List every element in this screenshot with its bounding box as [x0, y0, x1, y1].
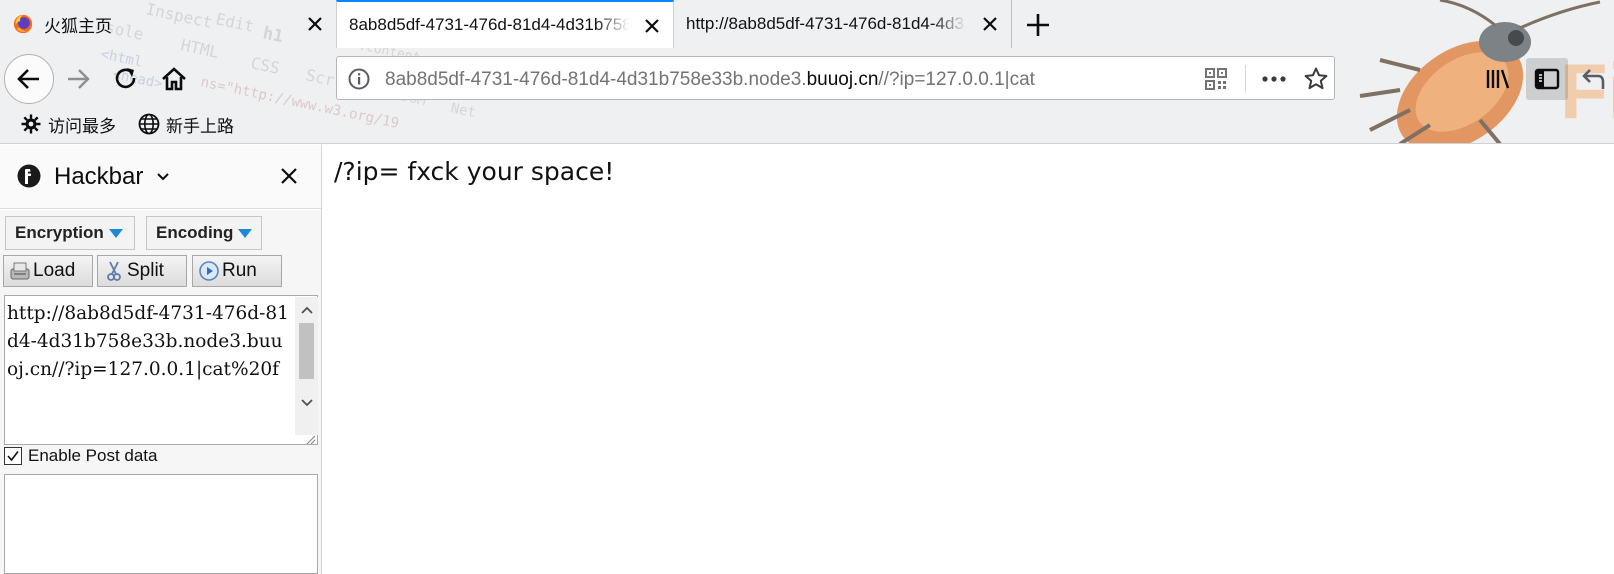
bookmark-star-icon[interactable]: [1303, 66, 1329, 92]
url-path: //?ip=127.0.0.1|cat: [878, 69, 1035, 90]
hackbar-sidebar: Hackbar Encryption Encoding Load Split R…: [0, 145, 322, 574]
home-button[interactable]: [156, 61, 192, 97]
scroll-down-icon[interactable]: [300, 397, 314, 409]
post-data-textarea[interactable]: [4, 474, 318, 574]
globe-icon: [138, 113, 160, 135]
info-icon[interactable]: [347, 67, 371, 91]
tab-title: 火狐主页: [44, 16, 112, 36]
tab-title: 8ab8d5df-4731-476d-81d4-4d31b758e33b.nod…: [349, 15, 629, 34]
url-bar[interactable]: 8ab8d5df-4731-476d-81d4-4d31b758e33b.nod…: [336, 56, 1335, 100]
tab-site-query[interactable]: http://8ab8d5df-4731-476d-81d4-4d31b758e…: [674, 0, 1012, 48]
navigation-bar: 8ab8d5df-4731-476d-81d4-4d31b758e33b.nod…: [0, 48, 1614, 104]
scrollbar-thumb[interactable]: [299, 323, 314, 379]
split-url-button[interactable]: Split: [97, 255, 187, 287]
url-text[interactable]: 8ab8d5df-4731-476d-81d4-4d31b758e33b.nod…: [385, 67, 1155, 93]
home-icon: [162, 67, 186, 91]
chevron-down-icon[interactable]: [156, 172, 170, 182]
enable-post-row[interactable]: Enable Post data: [4, 444, 157, 468]
undo-arrow-icon: [1582, 69, 1605, 89]
encoding-menu-label: Encoding: [156, 223, 234, 242]
url-host-prefix: 8ab8d5df-4731-476d-81d4-4d31b758e33b.nod…: [385, 69, 807, 90]
run-label: Run: [222, 260, 257, 281]
split-label: Split: [127, 260, 164, 281]
gear-icon: [21, 114, 41, 134]
dropdown-triangle-icon: [238, 228, 253, 238]
reload-button[interactable]: [108, 61, 144, 97]
hackbar-logo-icon: [17, 164, 41, 188]
close-tab-icon[interactable]: [979, 13, 1001, 35]
close-tab-icon[interactable]: [641, 15, 663, 37]
undo-close-button[interactable]: [1574, 61, 1610, 97]
url-textarea-container: http://8ab8d5df-4731-476d-81d4-4d31b758e…: [4, 295, 318, 445]
encoding-menu[interactable]: Encoding: [146, 216, 262, 250]
bookmark-most-visited[interactable]: 访问最多: [14, 108, 122, 141]
reload-icon: [115, 68, 136, 89]
tab-strip: 火狐主页 8ab8d5df-4731-476d-81d4-4d31b758e33…: [0, 0, 1614, 48]
load-icon: [10, 262, 30, 280]
run-button[interactable]: Run: [192, 255, 282, 287]
tab-firefox-home[interactable]: 火狐主页: [0, 0, 336, 48]
more-actions-icon[interactable]: [1259, 66, 1289, 92]
new-tab-plus-icon[interactable]: [1022, 10, 1054, 40]
forward-arrow-icon: [68, 69, 90, 89]
enable-post-checkbox[interactable]: [4, 447, 22, 465]
back-arrow-icon: [17, 69, 39, 89]
library-icon: [1486, 69, 1510, 89]
close-tab-icon[interactable]: [304, 13, 326, 35]
qr-code-icon[interactable]: [1205, 68, 1227, 90]
bookmark-label: 访问最多: [48, 116, 116, 136]
close-icon[interactable]: [278, 165, 300, 187]
url-bar-separator: [1245, 65, 1246, 93]
checkmark-icon: [7, 451, 19, 462]
sidebar-toggle-button[interactable]: [1526, 58, 1568, 100]
tab-active-site[interactable]: 8ab8d5df-4731-476d-81d4-4d31b758e33b.nod…: [336, 0, 674, 48]
forward-button[interactable]: [60, 61, 96, 97]
bookmarks-bar: 访问最多 新手上路: [0, 106, 600, 142]
encryption-menu[interactable]: Encryption: [5, 216, 135, 250]
scissors-icon: [107, 261, 121, 281]
browser-chrome: Inspect Edit h1 nsole HTML CSS Scr div.c…: [0, 0, 1614, 144]
url-host-domain: buuoj.cn: [806, 69, 879, 90]
sidebar-header: Hackbar: [0, 145, 321, 209]
load-label: Load: [33, 260, 76, 281]
hackbar-panel: Encryption Encoding Load Split Run http:…: [0, 210, 321, 574]
scroll-up-icon[interactable]: [300, 304, 314, 316]
encryption-menu-label: Encryption: [15, 223, 104, 242]
sidebar-title[interactable]: Hackbar: [54, 163, 143, 191]
play-icon: [199, 261, 219, 281]
bookmark-getting-started[interactable]: 新手上路: [132, 108, 240, 141]
enable-post-label: Enable Post data: [28, 446, 158, 465]
resize-grip-icon[interactable]: [305, 434, 316, 445]
scrollbar[interactable]: [295, 297, 318, 435]
bookmark-label: 新手上路: [166, 116, 234, 136]
back-button[interactable]: [4, 54, 54, 104]
page-content: /?ip= fxck your space!: [323, 145, 1614, 574]
url-textarea-value[interactable]: http://8ab8d5df-4731-476d-81d4-4d31b758e…: [7, 300, 289, 442]
tab-title: http://8ab8d5df-4731-476d-81d4-4d31b758e…: [686, 14, 966, 33]
firefox-icon: [13, 14, 33, 34]
sidebar-icon: [1534, 68, 1560, 90]
url-textarea[interactable]: http://8ab8d5df-4731-476d-81d4-4d31b758e…: [4, 295, 318, 445]
load-url-button[interactable]: Load: [3, 255, 93, 287]
page-response-text: /?ip= fxck your space!: [334, 157, 615, 186]
dropdown-triangle-icon: [108, 228, 123, 238]
library-button[interactable]: [1480, 61, 1516, 97]
